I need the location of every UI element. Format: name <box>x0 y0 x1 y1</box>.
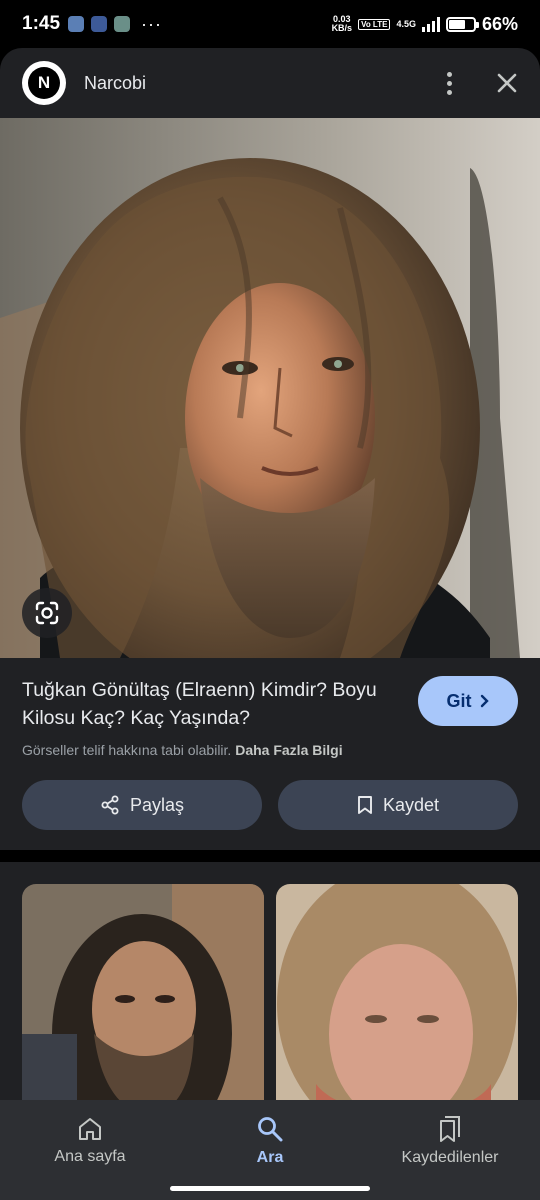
lens-icon <box>35 601 59 625</box>
action-buttons: Paylaş Kaydet <box>0 780 540 830</box>
copyright-notice: Görseller telif hakkına tabi olabilir. D… <box>22 742 343 758</box>
close-icon[interactable] <box>496 72 518 94</box>
more-notifications-icon: ··· <box>141 13 163 34</box>
nav-search-label: Ara <box>256 1149 284 1166</box>
more-info-link[interactable]: Daha Fazla Bilgi <box>235 742 342 758</box>
home-icon <box>79 1118 101 1140</box>
section-divider <box>0 850 540 862</box>
message-notification-icon <box>114 16 131 32</box>
bookmarks-icon <box>440 1116 460 1142</box>
share-icon <box>101 795 119 815</box>
main-image[interactable] <box>0 118 540 658</box>
site-name[interactable]: Narcobi <box>84 73 146 94</box>
result-info: Tuğkan Gönültaş (Elraenn) Kimdir? Boyu K… <box>0 658 540 758</box>
related-photo-2 <box>276 884 518 1100</box>
nav-saved[interactable]: Kaydedilenler <box>360 1100 540 1182</box>
app-notification-icon <box>68 16 85 32</box>
related-image[interactable] <box>22 884 264 1100</box>
nav-saved-label: Kaydedilenler <box>401 1149 499 1166</box>
volte-badge: Vo LTE <box>358 18 391 30</box>
related-photo-1 <box>22 884 264 1100</box>
home-indicator <box>170 1186 370 1191</box>
status-bar: 1:45 ··· 0.03 KB/s Vo LTE 4.5G 66% <box>0 0 540 48</box>
google-lens-button[interactable] <box>22 588 72 638</box>
more-options-icon[interactable] <box>443 68 456 99</box>
battery-percent: 66% <box>481 13 518 34</box>
go-button[interactable]: Git <box>418 676 518 726</box>
save-button[interactable]: Kaydet <box>278 780 518 830</box>
share-label: Paylaş <box>129 794 185 815</box>
share-button[interactable]: Paylaş <box>22 780 262 830</box>
site-logo[interactable]: N <box>22 61 66 105</box>
portrait-photo <box>0 118 540 658</box>
bottom-navigation: Ana sayfa Ara Kaydedilenler <box>0 1100 540 1200</box>
chevron-right-icon <box>480 694 489 708</box>
status-time: 1:45 <box>22 13 61 34</box>
battery-icon <box>445 16 479 32</box>
nav-home[interactable]: Ana sayfa <box>0 1100 180 1182</box>
save-label: Kaydet <box>382 794 440 815</box>
network-type: 4.5G <box>396 18 416 29</box>
nav-home-label: Ana sayfa <box>54 1148 126 1165</box>
related-images <box>22 884 518 1100</box>
sheet-header: N Narcobi <box>0 48 540 118</box>
network-speed: 0.03 KB/s <box>331 14 353 33</box>
related-image[interactable] <box>276 884 518 1100</box>
signal-icon <box>421 16 440 32</box>
nav-search[interactable]: Ara <box>180 1100 360 1182</box>
search-icon <box>258 1117 283 1142</box>
image-result-sheet: N Narcobi Tuğkan Gönültaş (Elraenn) Kimd… <box>0 48 540 1100</box>
facebook-notification-icon <box>91 16 108 32</box>
bookmark-icon <box>358 796 372 814</box>
result-title[interactable]: Tuğkan Gönültaş (Elraenn) Kimdir? Boyu K… <box>22 676 402 732</box>
